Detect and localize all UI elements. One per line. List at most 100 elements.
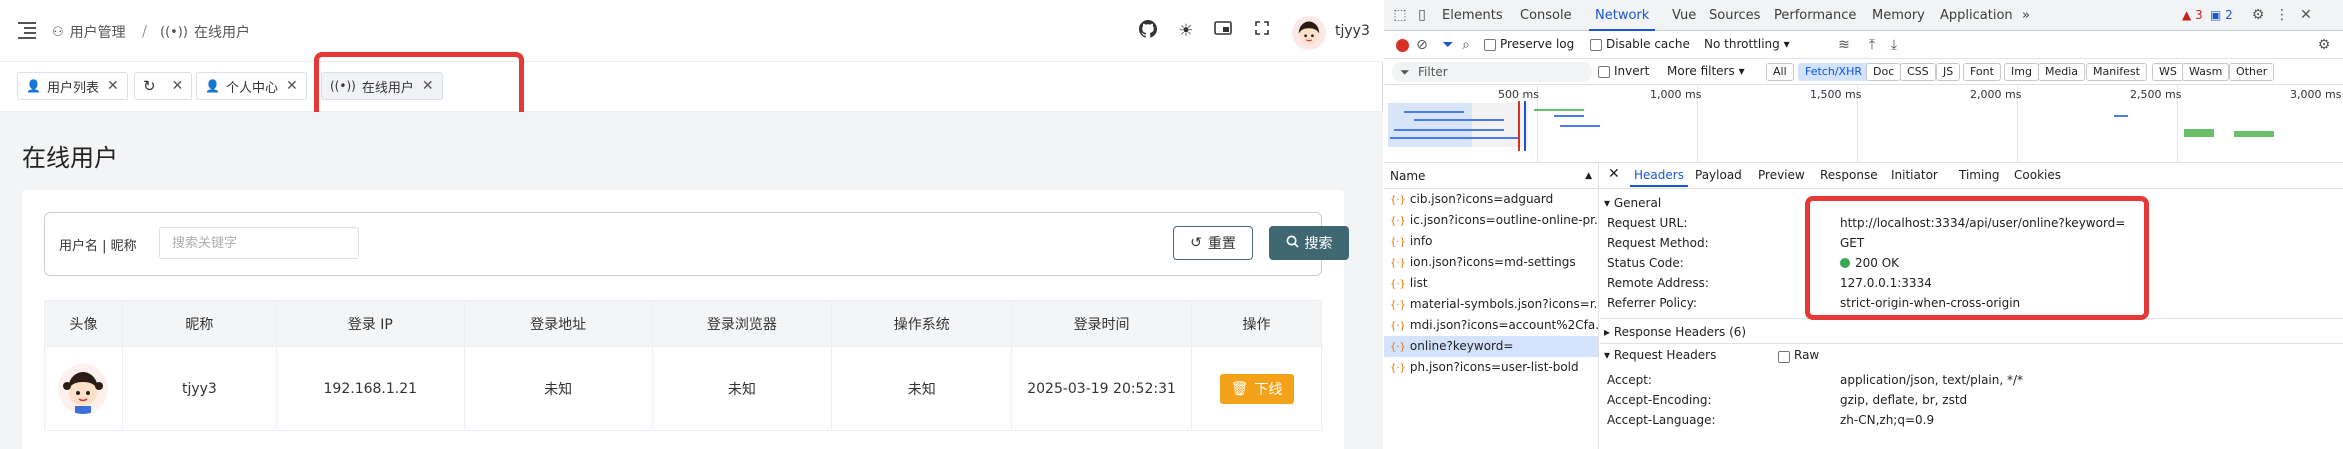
close-icon[interactable]: ✕ bbox=[286, 78, 298, 94]
more-tabs-icon[interactable]: » bbox=[2022, 8, 2030, 23]
detail-tab-payload[interactable]: Payload bbox=[1695, 168, 1742, 182]
main-content: 在线用户 用户名 | 昵称 ↺ 重置 搜索 头 bbox=[0, 112, 1383, 449]
detail-tab-response[interactable]: Response bbox=[1820, 168, 1878, 182]
online-users-table: 头像 昵称 登录 IP 登录地址 登录浏览器 操作系统 登录时间 操作 tjyy… bbox=[44, 300, 1322, 431]
detail-tab-timing[interactable]: Timing bbox=[1959, 168, 2000, 182]
trash-icon: 🗑 bbox=[1230, 380, 1249, 397]
chip-img[interactable]: Img bbox=[2004, 63, 2039, 81]
throttling-select[interactable]: No throttling ▾ bbox=[1704, 37, 1790, 51]
avatar-cell bbox=[44, 346, 123, 431]
chip-js[interactable]: JS bbox=[1936, 63, 1961, 81]
network-settings-icon[interactable]: ⚙ bbox=[2316, 37, 2332, 53]
reset-button[interactable]: ↺ 重置 bbox=[1173, 226, 1253, 260]
invert-checkbox[interactable] bbox=[1598, 66, 1610, 78]
close-icon[interactable]: ✕ bbox=[107, 78, 119, 94]
warning-badge[interactable]: ▲ 3 bbox=[2182, 8, 2203, 22]
more-options-icon[interactable]: ⋮ bbox=[2274, 7, 2290, 23]
devtools-tab-memory[interactable]: Memory bbox=[1872, 8, 1925, 23]
tab-user-list[interactable]: 👤 用户列表 ✕ bbox=[17, 72, 128, 100]
devtools-tab-vue[interactable]: Vue bbox=[1672, 8, 1696, 23]
devtools-tab-application[interactable]: Application bbox=[1940, 8, 2013, 23]
detail-tab-preview[interactable]: Preview bbox=[1758, 168, 1805, 182]
settings-gear-icon[interactable]: ⚙ bbox=[2250, 7, 2266, 23]
detail-tab-cookies[interactable]: Cookies bbox=[2014, 168, 2061, 182]
layout-panel-icon[interactable] bbox=[1212, 20, 1234, 42]
request-row[interactable]: {·} ph.json?icons=user-list-bold bbox=[1384, 357, 1598, 378]
message-badge[interactable]: ▣ 2 bbox=[2210, 8, 2233, 22]
network-timeline[interactable]: 500 ms 1,000 ms 1,500 ms 2,000 ms 2,500 … bbox=[1384, 85, 2343, 163]
chip-doc[interactable]: Doc bbox=[1866, 63, 1902, 81]
search-button[interactable]: 搜索 bbox=[1269, 226, 1349, 260]
filter-funnel-icon[interactable]: ⏷ bbox=[1440, 37, 1456, 53]
preserve-log-checkbox[interactable] bbox=[1484, 39, 1496, 51]
search-input[interactable] bbox=[159, 227, 359, 259]
devtools-tab-sources[interactable]: Sources bbox=[1709, 8, 1760, 23]
tab-refresh[interactable]: ↻ ✕ bbox=[134, 72, 193, 100]
devtools-tab-elements[interactable]: Elements bbox=[1442, 8, 1503, 23]
request-row-selected[interactable]: {·} online?keyword= bbox=[1384, 336, 1598, 357]
devtools-tab-network[interactable]: Network bbox=[1588, 8, 1656, 31]
request-row[interactable]: {·} info bbox=[1384, 231, 1598, 252]
general-section-header[interactable]: ▾ General bbox=[1604, 196, 1661, 210]
chip-manifest[interactable]: Manifest bbox=[2086, 63, 2147, 81]
os-cell: 未知 bbox=[831, 346, 1013, 431]
disable-cache-checkbox[interactable] bbox=[1590, 39, 1602, 51]
fetch-icon: {·} bbox=[1390, 258, 1406, 269]
device-toolbar-icon[interactable]: ▯ bbox=[1414, 7, 1430, 23]
github-icon[interactable] bbox=[1137, 20, 1159, 42]
menu-toggle-icon[interactable] bbox=[18, 22, 36, 39]
request-headers-section-header[interactable]: ▾ Request Headers bbox=[1604, 348, 1716, 362]
chip-all[interactable]: All bbox=[1766, 63, 1794, 81]
fullscreen-icon[interactable] bbox=[1251, 20, 1273, 42]
offline-button[interactable]: 🗑 下线 bbox=[1219, 373, 1294, 404]
user-icon: 👤 bbox=[26, 79, 41, 93]
chip-media[interactable]: Media bbox=[2038, 63, 2086, 81]
chip-font[interactable]: Font bbox=[1963, 63, 2001, 81]
response-headers-section-header[interactable]: ▸ Response Headers (6) bbox=[1604, 325, 1746, 339]
filter-bar: ⏷ Filter Invert More filters ▾ All Fetch… bbox=[1384, 59, 2343, 85]
detail-tab-headers[interactable]: Headers bbox=[1630, 168, 1688, 187]
network-conditions-icon[interactable]: ≋ bbox=[1836, 37, 1852, 53]
request-row[interactable]: {·} mdi.json?icons=account%2Cfa... bbox=[1384, 315, 1598, 336]
theme-sun-icon[interactable]: ☀ bbox=[1175, 20, 1197, 42]
user-name[interactable]: tjyy3 bbox=[1335, 23, 1370, 39]
header-value: application/json, text/plain, */* bbox=[1840, 373, 2024, 387]
tab-profile[interactable]: 👤 个人中心 ✕ bbox=[196, 72, 307, 100]
header-value: gzip, deflate, br, zstd bbox=[1840, 393, 1968, 407]
filter-input[interactable]: ⏷ Filter bbox=[1392, 62, 1592, 82]
clear-icon[interactable]: ⊘ bbox=[1414, 37, 1430, 53]
search-icon[interactable]: ⌕ bbox=[1458, 37, 1474, 53]
raw-checkbox[interactable] bbox=[1778, 351, 1790, 363]
chip-fetch-xhr[interactable]: Fetch/XHR bbox=[1798, 63, 1869, 81]
chip-wasm[interactable]: Wasm bbox=[2182, 63, 2230, 81]
header-key: Accept-Encoding: bbox=[1607, 393, 1712, 407]
export-har-icon[interactable]: ⤓ bbox=[1886, 37, 1902, 53]
fetch-icon: {·} bbox=[1390, 321, 1406, 332]
import-har-icon[interactable]: ⤒ bbox=[1864, 37, 1880, 53]
request-row[interactable]: {·} ic.json?icons=outline-online-pr... bbox=[1384, 210, 1598, 231]
user-avatar[interactable] bbox=[1292, 16, 1326, 50]
request-row[interactable]: {·} material-symbols.json?icons=r... bbox=[1384, 294, 1598, 315]
devtools-tab-console[interactable]: Console bbox=[1520, 8, 1572, 23]
invert-label: Invert bbox=[1614, 64, 1650, 78]
record-icon[interactable] bbox=[1396, 39, 1409, 52]
detail-tab-initiator[interactable]: Initiator bbox=[1891, 168, 1938, 182]
devtools-tab-performance[interactable]: Performance bbox=[1774, 8, 1856, 23]
fetch-icon: {·} bbox=[1390, 237, 1406, 248]
chip-css[interactable]: CSS bbox=[1900, 63, 1936, 81]
inspect-element-icon[interactable]: ⬚ bbox=[1392, 7, 1408, 23]
header-key: Accept: bbox=[1607, 373, 1652, 387]
close-detail-icon[interactable]: ✕ bbox=[1608, 166, 1620, 182]
name-column-header[interactable]: Name ▲ bbox=[1384, 163, 1598, 189]
chip-ws[interactable]: WS bbox=[2152, 63, 2184, 81]
close-icon[interactable]: ✕ bbox=[172, 78, 184, 94]
chip-other[interactable]: Other bbox=[2229, 63, 2275, 81]
col-header: 登录时间 bbox=[1011, 300, 1192, 347]
request-row[interactable]: {·} list bbox=[1384, 273, 1598, 294]
request-row[interactable]: {·} cib.json?icons=adguard bbox=[1384, 189, 1598, 210]
request-row[interactable]: {·} ion.json?icons=md-settings bbox=[1384, 252, 1598, 273]
more-filters-dropdown[interactable]: More filters ▾ bbox=[1667, 64, 1745, 78]
breadcrumb-item-user-management[interactable]: ⚇ 用户管理 bbox=[52, 22, 126, 42]
timeline-bars bbox=[1388, 103, 1528, 147]
close-devtools-icon[interactable]: ✕ bbox=[2298, 7, 2314, 23]
